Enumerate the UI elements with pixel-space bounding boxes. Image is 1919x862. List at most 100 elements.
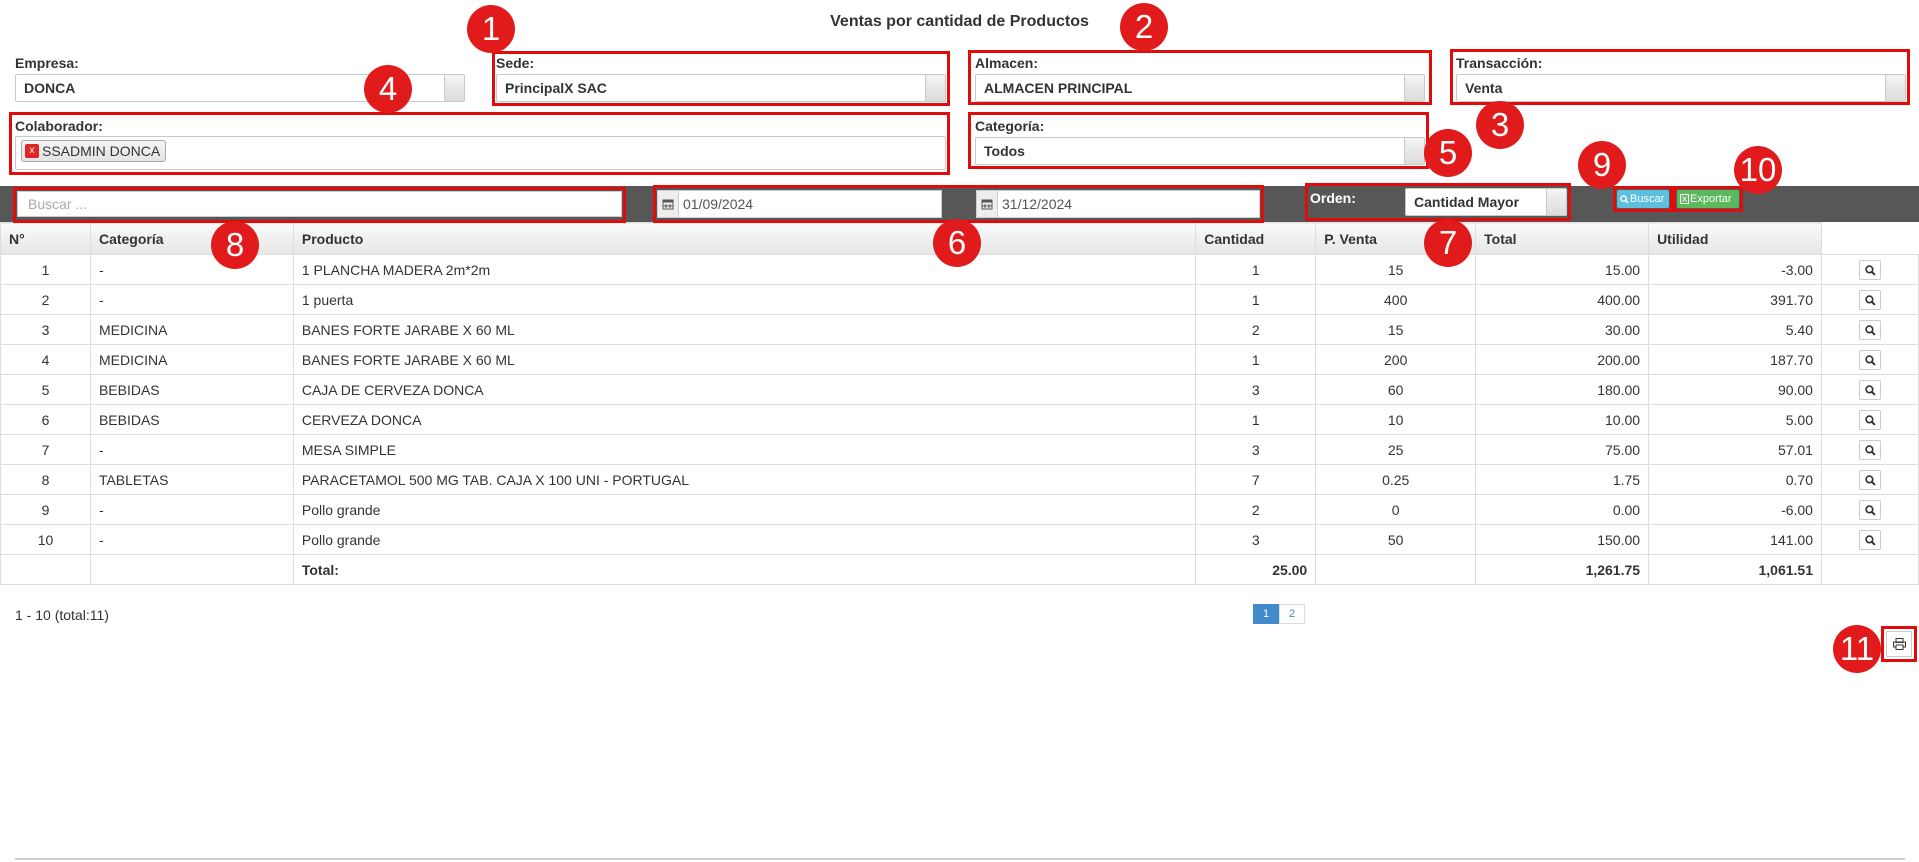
zoom-button[interactable] — [1858, 439, 1881, 460]
remove-tag-icon[interactable]: x — [25, 144, 39, 158]
colaborador-tag-label: SSADMIN DONCA — [42, 143, 161, 159]
cell-n: 7 — [0, 434, 91, 465]
sede-select[interactable]: PrincipalX SAC — [496, 74, 946, 102]
calendar-icon — [657, 190, 679, 218]
cell-total: 200.00 — [1475, 344, 1650, 375]
table-row: 7- MESA SIMPLE 3 25 75.00 57.01 — [0, 434, 1919, 465]
annotation-marker-10: 10 — [1734, 146, 1782, 194]
annotation-marker-1: 1 — [467, 5, 515, 53]
cell-n: 5 — [0, 374, 91, 405]
table-row: 10- Pollo grande 3 50 150.00 141.00 — [0, 524, 1919, 555]
almacen-value: ALMACEN PRINCIPAL — [984, 80, 1133, 96]
chevron-down-icon — [444, 75, 464, 101]
cell-total: 15.00 — [1475, 254, 1650, 285]
zoom-button[interactable] — [1858, 319, 1881, 340]
cell-utilidad: -3.00 — [1648, 254, 1822, 285]
transaccion-select[interactable]: Venta — [1456, 74, 1906, 102]
cell-pventa: 10 — [1315, 404, 1477, 435]
cell-categoria: MEDICINA — [89, 314, 294, 345]
col-header-utilidad[interactable]: Utilidad — [1648, 222, 1822, 255]
cell-total: 180.00 — [1475, 374, 1650, 405]
cell-n: 3 — [0, 314, 91, 345]
almacen-select[interactable]: ALMACEN PRINCIPAL — [975, 74, 1425, 102]
search-input[interactable]: Buscar ... — [17, 191, 622, 217]
zoom-button[interactable] — [1858, 379, 1881, 400]
cell-total: 10.00 — [1475, 404, 1650, 435]
cell-cantidad: 2 — [1195, 314, 1317, 345]
col-header-producto[interactable]: Producto — [292, 222, 1197, 255]
cell-pventa: 50 — [1315, 524, 1477, 555]
empresa-value: DONCA — [24, 80, 76, 96]
cell-categoria: BEBIDAS — [89, 374, 294, 405]
zoom-button[interactable] — [1858, 409, 1881, 430]
cell-actions — [1820, 254, 1919, 285]
zoom-button[interactable] — [1858, 499, 1881, 520]
orden-select[interactable]: Cantidad Mayor — [1405, 188, 1567, 216]
cell-utilidad: 391.70 — [1648, 284, 1822, 315]
table-row: 8 TABLETAS PARACETAMOL 500 MG TAB. CAJA X … — [0, 464, 1919, 495]
zoom-button[interactable] — [1858, 469, 1881, 490]
categoria-select[interactable]: Todos — [975, 137, 1425, 165]
cell-producto: MESA SIMPLE — [292, 434, 1197, 465]
cell-empty — [1315, 554, 1477, 585]
table-row: 5 BEBIDAS CAJA DE CERVEZA DONCA 3 60 180.00 90… — [0, 374, 1919, 405]
date-from-field[interactable]: 01/09/2024 — [657, 190, 942, 218]
exportar-label: Exportar — [1690, 193, 1732, 205]
transaccion-value: Venta — [1465, 80, 1503, 96]
calendar-icon — [976, 190, 998, 218]
colaborador-label: Colaborador: — [15, 118, 103, 134]
cell-producto: 1 PLANCHA MADERA 2m*2m — [292, 254, 1197, 285]
cell-pventa: 200 — [1315, 344, 1477, 375]
buscar-label: Buscar — [1630, 193, 1665, 205]
cell-n: 9 — [0, 494, 91, 525]
cell-total: 400.00 — [1475, 284, 1650, 315]
col-header-n[interactable]: N° — [0, 222, 91, 255]
cell-actions — [1820, 344, 1919, 375]
zoom-button[interactable] — [1858, 529, 1881, 550]
table-row: 3 MEDICINA BANES FORTE JARABE X 60 ML 2 15 30… — [0, 314, 1919, 345]
cell-producto: CERVEZA DONCA — [292, 404, 1197, 435]
cell-utilidad: 141.00 — [1648, 524, 1822, 555]
cell-producto: 1 puerta — [292, 284, 1197, 315]
cell-utilidad: -6.00 — [1648, 494, 1822, 525]
colaborador-tag[interactable]: x SSADMIN DONCA — [21, 140, 167, 162]
transaccion-label: Transacción: — [1456, 55, 1543, 71]
zoom-icon — [1865, 474, 1876, 486]
page-button-1[interactable]: 1 — [1253, 604, 1279, 624]
exportar-button[interactable]: Exportar — [1677, 190, 1739, 208]
col-header-total[interactable]: Total — [1475, 222, 1650, 255]
zoom-button[interactable] — [1858, 349, 1881, 370]
cell-cantidad: 3 — [1195, 374, 1317, 405]
buscar-button[interactable]: Buscar — [1617, 190, 1669, 208]
total-label: Total: — [292, 554, 1197, 585]
page-title: Ventas por cantidad de Productos — [830, 13, 1089, 30]
cell-producto: Pollo grande — [292, 524, 1197, 555]
print-button[interactable] — [1886, 631, 1912, 657]
cell-cantidad: 2 — [1195, 494, 1317, 525]
zoom-button[interactable] — [1858, 259, 1881, 280]
cell-total: 75.00 — [1475, 434, 1650, 465]
total-total: 1,261.75 — [1475, 554, 1650, 585]
zoom-icon — [1865, 414, 1876, 426]
zoom-button[interactable] — [1858, 289, 1881, 310]
annotation-marker-9: 9 — [1578, 141, 1626, 189]
date-from-input[interactable]: 01/09/2024 — [679, 190, 942, 218]
cell-empty — [1820, 554, 1919, 585]
cell-utilidad: 5.00 — [1648, 404, 1822, 435]
footer-divider — [15, 858, 1905, 860]
zoom-icon — [1865, 534, 1876, 546]
date-to-field[interactable]: 31/12/2024 — [976, 190, 1260, 218]
cell-n: 2 — [0, 284, 91, 315]
cell-categoria: TABLETAS — [89, 464, 294, 495]
cell-utilidad: 57.01 — [1648, 434, 1822, 465]
pagination: 1 2 — [1253, 604, 1305, 624]
col-header-cantidad[interactable]: Cantidad — [1195, 222, 1317, 255]
orden-value: Cantidad Mayor — [1414, 194, 1520, 210]
annotation-marker-7: 7 — [1424, 219, 1472, 267]
chevron-down-icon — [1546, 189, 1566, 215]
cell-categoria: - — [89, 434, 294, 465]
col-header-categoria[interactable]: Categoría — [89, 222, 294, 255]
date-to-input[interactable]: 31/12/2024 — [998, 190, 1260, 218]
zoom-icon — [1865, 384, 1876, 396]
page-button-2[interactable]: 2 — [1279, 604, 1305, 624]
